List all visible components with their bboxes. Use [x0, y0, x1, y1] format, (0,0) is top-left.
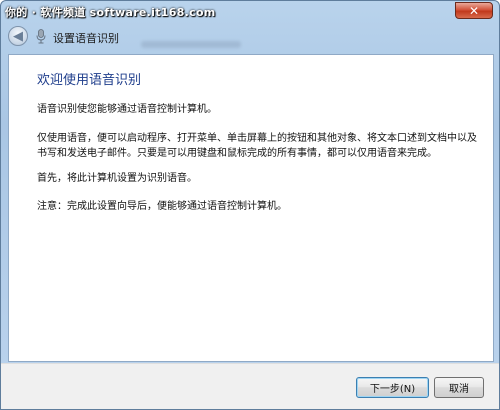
intro-paragraph: 语音识别使您能够通过语音控制计算机。 [37, 104, 217, 115]
description-paragraph: 仅使用语音，便可以启动程序、打开菜单、单击屏幕上的按钮和其他对象、将文本口述到文… [37, 133, 477, 159]
wizard-window: 你的 · 软件频道 software.it168.com ✕ ◀ 设置语音识别 … [0, 0, 500, 410]
cancel-button[interactable]: 取消 [434, 377, 484, 398]
first-step-paragraph: 首先，将此计算机设置为识别语音。 [37, 173, 197, 184]
nav-title: 设置语音识别 [53, 32, 119, 45]
close-icon: ✕ [468, 3, 480, 18]
watermark-text: 你的 · 软件频道 software.it168.com [5, 6, 216, 19]
content-panel: 欢迎使用语音识别 语音识别使您能够通过语音控制计算机。 仅使用语音，便可以启动程… [8, 54, 494, 362]
obscured-text [141, 41, 241, 48]
button-bar: 下一步(N) 取消 [1, 363, 499, 409]
microphone-icon [36, 29, 46, 44]
back-arrow-icon: ◀ [13, 28, 23, 44]
next-button[interactable]: 下一步(N) [356, 377, 429, 398]
back-button[interactable]: ◀ [8, 26, 28, 46]
navigation-bar: ◀ 设置语音识别 [1, 23, 499, 51]
title-bar[interactable]: 你的 · 软件频道 software.it168.com ✕ [1, 1, 499, 23]
close-button[interactable]: ✕ [455, 2, 493, 19]
note-paragraph: 注意：完成此设置向导后，便能够通过语音控制计算机。 [37, 201, 287, 212]
page-heading: 欢迎使用语音识别 [37, 73, 142, 88]
